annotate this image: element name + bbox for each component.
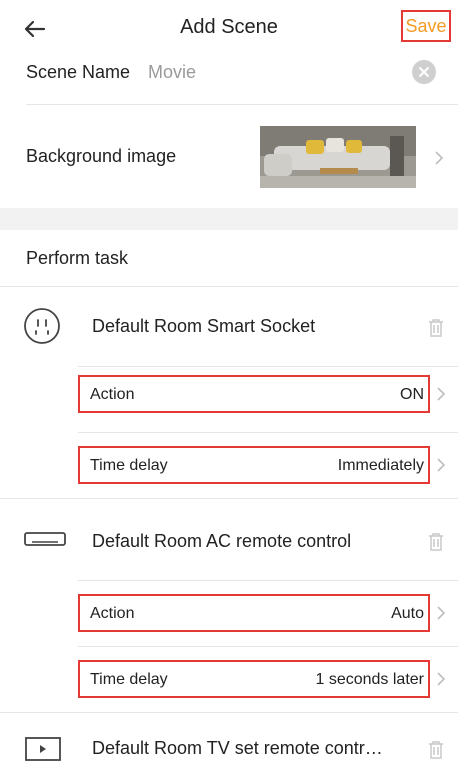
background-image-label: Background image: [26, 146, 177, 166]
action-row[interactable]: Action ON: [78, 375, 430, 413]
delete-icon[interactable]: [428, 532, 444, 552]
divider: [78, 366, 458, 367]
device-name: Default Room Smart Socket: [92, 316, 316, 336]
action-label: Action: [90, 605, 135, 622]
time-delay-label: Time delay: [90, 457, 168, 474]
perform-task-label: Perform task: [26, 248, 129, 268]
ac-icon: [24, 532, 66, 546]
chevron-right-icon: [437, 458, 446, 472]
scene-name-label: Scene Name: [26, 62, 131, 82]
time-delay-value: 1 seconds later: [315, 671, 424, 688]
chevron-right-icon: [437, 387, 446, 401]
device-name: Default Room AC remote control: [92, 531, 352, 551]
clear-icon[interactable]: [412, 60, 436, 84]
save-button[interactable]: Save: [401, 10, 451, 42]
time-delay-value: Immediately: [337, 457, 424, 474]
time-delay-row[interactable]: Time delay 1 seconds later: [78, 660, 430, 698]
divider: [0, 286, 458, 287]
action-value: Auto: [391, 605, 424, 622]
top-bar: Add Scene Save: [0, 0, 458, 56]
chevron-right-icon: [437, 672, 446, 686]
delete-icon[interactable]: [428, 318, 444, 338]
chevron-right-icon: [435, 151, 444, 165]
divider: [78, 432, 458, 433]
divider: [26, 104, 458, 105]
section-separator: [0, 208, 458, 230]
time-delay-row[interactable]: Time delay Immediately: [78, 446, 430, 484]
chevron-right-icon: [437, 606, 446, 620]
divider: [0, 712, 458, 713]
tv-icon: [25, 737, 61, 761]
action-label: Action: [90, 386, 135, 403]
page-title: Add Scene: [180, 16, 278, 38]
scene-name-input[interactable]: Movie: [148, 62, 196, 83]
device-name: Default Room TV set remote contr…: [92, 738, 383, 758]
socket-icon: [24, 308, 60, 344]
action-value: ON: [400, 386, 424, 403]
divider: [0, 498, 458, 499]
delete-icon[interactable]: [428, 740, 444, 760]
divider: [78, 646, 458, 647]
time-delay-label: Time delay: [90, 671, 168, 688]
divider: [78, 580, 458, 581]
action-row[interactable]: Action Auto: [78, 594, 430, 632]
background-thumbnail[interactable]: [260, 126, 416, 188]
